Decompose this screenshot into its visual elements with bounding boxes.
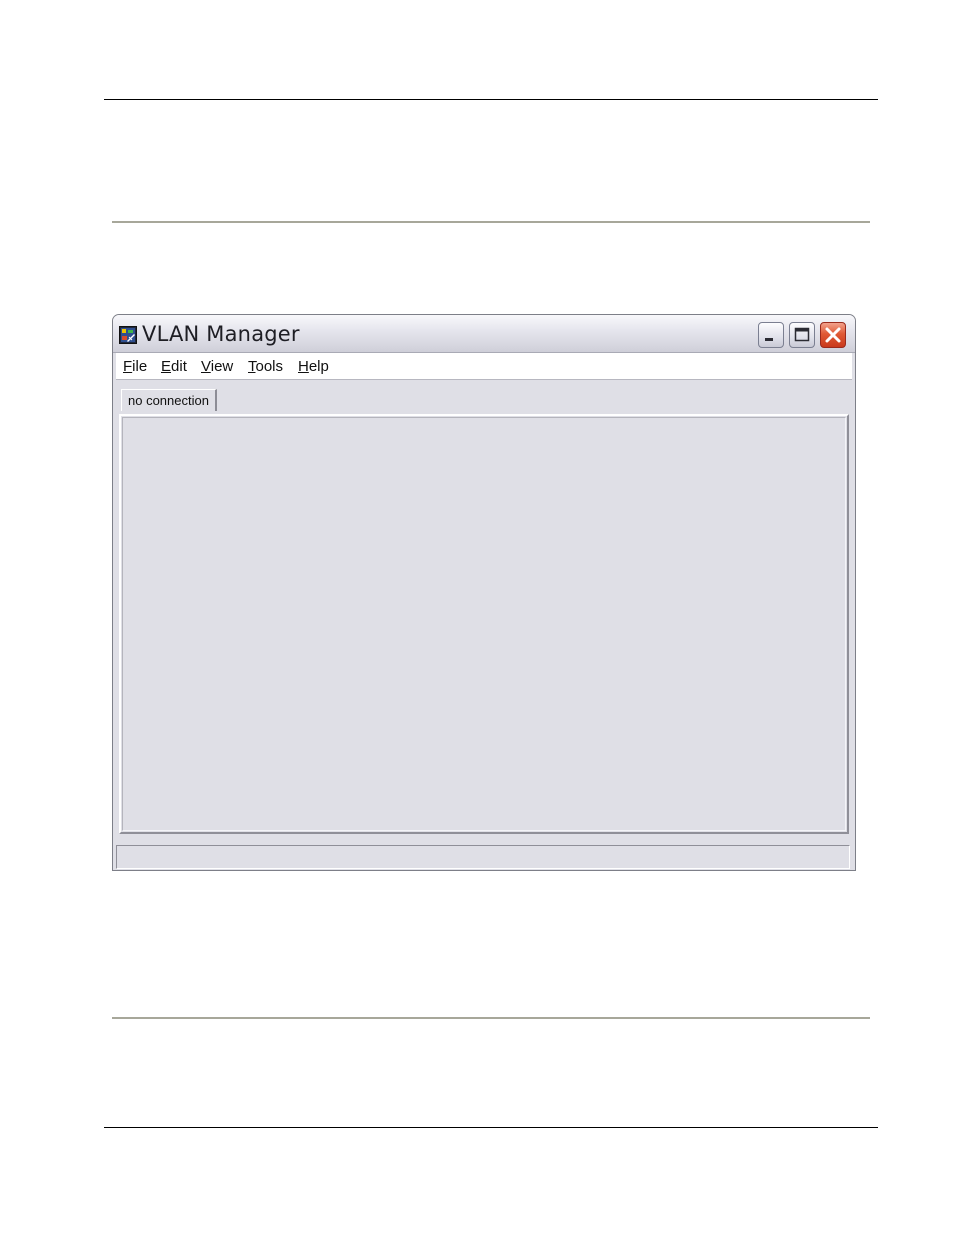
section-divider-top bbox=[112, 221, 870, 223]
menu-help[interactable]: Help bbox=[298, 358, 329, 375]
tab-no-connection[interactable]: no connection bbox=[121, 389, 217, 411]
minimize-icon bbox=[765, 338, 773, 341]
title-bar[interactable]: VLAN Manager bbox=[113, 315, 855, 353]
minimize-button[interactable] bbox=[758, 322, 784, 348]
content-inset bbox=[122, 417, 846, 831]
tab-strip: no connection bbox=[116, 381, 852, 415]
footer-rule bbox=[104, 1127, 878, 1128]
close-button[interactable] bbox=[820, 322, 846, 348]
section-divider-bottom bbox=[112, 1017, 870, 1019]
vlan-manager-window: VLAN Manager File Edit View Tools Help n… bbox=[112, 314, 856, 871]
menu-edit[interactable]: Edit bbox=[161, 358, 187, 375]
menu-file[interactable]: File bbox=[123, 358, 147, 375]
maximize-button[interactable] bbox=[789, 322, 815, 348]
status-bar bbox=[116, 845, 850, 869]
window-title: VLAN Manager bbox=[142, 322, 300, 346]
menu-tools[interactable]: Tools bbox=[248, 358, 283, 375]
menu-view[interactable]: View bbox=[201, 358, 233, 375]
maximize-icon bbox=[794, 327, 810, 342]
main-content-panel bbox=[119, 414, 849, 834]
vlan-manager-app-icon[interactable] bbox=[119, 326, 137, 344]
close-icon bbox=[825, 327, 841, 343]
header-rule bbox=[104, 99, 878, 100]
menu-bar: File Edit View Tools Help bbox=[116, 353, 852, 380]
